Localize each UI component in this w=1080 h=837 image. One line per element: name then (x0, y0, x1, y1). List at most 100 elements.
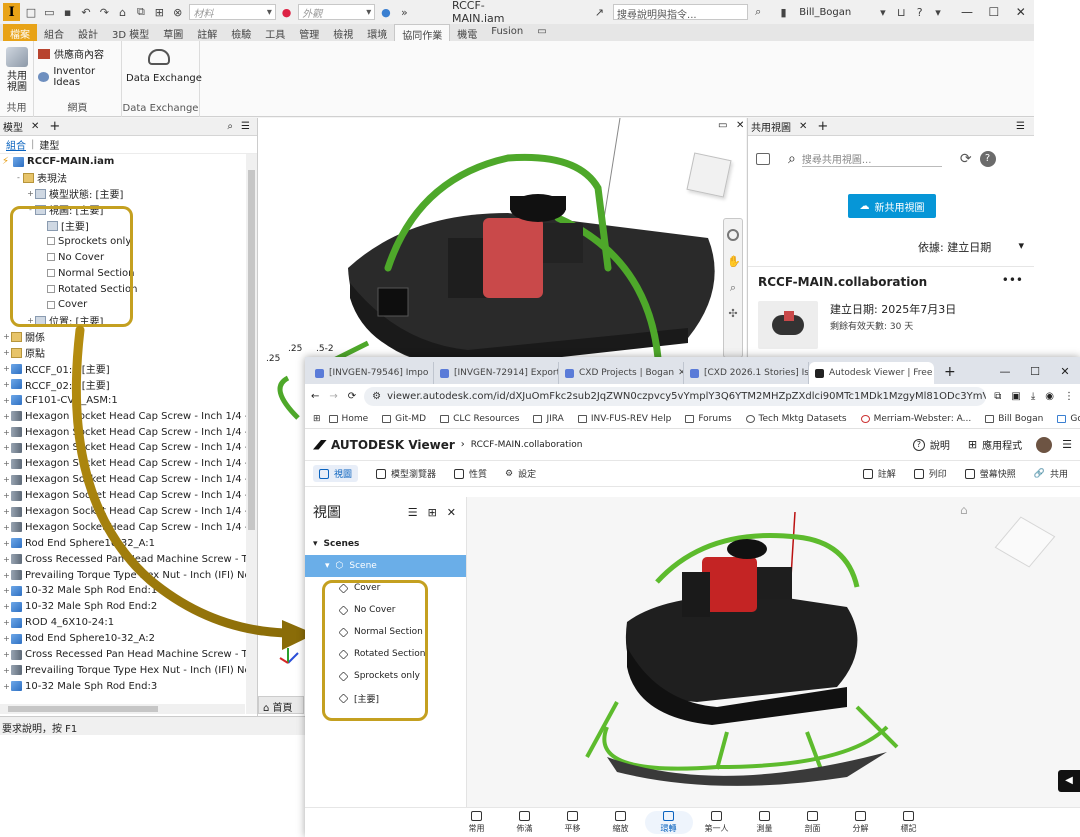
tool-comments[interactable]: 註解 (862, 467, 896, 480)
feedback-button[interactable]: ◀ (1058, 770, 1080, 792)
bookmark-google-translate[interactable]: Google Translate (1057, 414, 1080, 424)
bottom-tool[interactable]: 第一人 (693, 811, 741, 834)
browser-tabs: [INVGEN-79546] Impo✕ [INVGEN-72914] Expo… (305, 357, 1080, 384)
scene-cube-icon (338, 582, 349, 594)
tool-settings[interactable]: ⚙ 設定 (505, 467, 536, 481)
folder-icon (533, 414, 543, 423)
autodesk-logo-icon (313, 439, 327, 450)
tool-model-browser[interactable]: 模型瀏覽器 (376, 467, 436, 480)
tool-snapshot[interactable]: 螢幕快照 (964, 467, 1016, 480)
bookmark-merriam[interactable]: Merriam-Webster: A... (860, 414, 971, 424)
bookmark-home[interactable]: Home (328, 414, 368, 424)
chrome-menu-icon[interactable]: ⋮ (1064, 391, 1074, 402)
bottom-tool[interactable]: 環轉 (644, 811, 693, 834)
panel-close-icon[interactable]: ✕ (447, 506, 456, 519)
bottom-tool[interactable]: 剖面 (789, 811, 837, 834)
scene-cube-icon: ⬡ (335, 561, 344, 571)
list-view-icon[interactable]: ☰ (408, 506, 418, 519)
bottom-tool[interactable]: 測量 (741, 811, 789, 834)
profile-icon[interactable]: ◉ (1045, 391, 1054, 402)
tool-properties[interactable]: 性質 (454, 467, 487, 480)
scene-item-label: Cover (354, 583, 381, 593)
folder-icon (685, 414, 695, 423)
tool-label: 環轉 (660, 824, 677, 833)
bookmark-tech-mktg[interactable]: Tech Mktg Datasets (745, 414, 847, 424)
tool-label: 分解 (852, 824, 869, 833)
scene-list: Cover No Cover Normal Section Rotated Secti… (305, 577, 466, 709)
bookmark-jira[interactable]: JIRA (533, 414, 564, 424)
viewer-brand[interactable]: AUTODESK Viewer (331, 438, 455, 452)
help-circle-icon[interactable]: ? (912, 438, 925, 451)
tool-icon (903, 811, 914, 821)
browser-tab-1[interactable]: [INVGEN-79546] Impo✕ (309, 362, 434, 384)
downloads-icon[interactable]: ⤓ (1031, 391, 1035, 402)
viewer-canvas[interactable]: ⌂ (467, 497, 1080, 807)
extensions-icon[interactable]: ⧉ (994, 391, 1001, 402)
folder-icon (328, 414, 338, 423)
address-bar[interactable]: ⚙ viewer.autodesk.com/id/dXJuOmFkc2sub2J… (364, 387, 987, 406)
scene-item[interactable]: [主要] (305, 687, 466, 709)
browser-tab-2[interactable]: [INVGEN-72914] Export✕ (434, 362, 559, 384)
new-tab-icon[interactable]: + (944, 364, 956, 380)
viewer-help-label[interactable]: 說明 (930, 437, 950, 452)
bookmark-git-md[interactable]: Git-MD (382, 414, 426, 424)
bottom-tool[interactable]: 佈滿 (501, 811, 549, 834)
forward-icon[interactable]: → (329, 391, 337, 402)
tool-icon (567, 811, 578, 821)
bottom-tool[interactable]: 平移 (549, 811, 597, 834)
bookmark-inv-fus-rev[interactable]: INV-FUS-REV Help (577, 414, 671, 424)
chrome-maximize-button[interactable]: ☐ (1020, 365, 1050, 378)
bookmark-bill-bogan[interactable]: Bill Bogan (985, 414, 1043, 424)
site-info-icon[interactable]: ⚙ (372, 391, 381, 402)
bookmark-forums[interactable]: Forums (685, 414, 732, 424)
bottom-tool[interactable]: 標記 (885, 811, 933, 834)
chrome-close-button[interactable]: ✕ (1050, 365, 1080, 378)
scene-item[interactable]: Rotated Section (305, 643, 466, 665)
scene-item[interactable]: Normal Section (305, 621, 466, 643)
tool-label: 剖面 (804, 824, 821, 833)
tool-icon (855, 811, 866, 821)
browser-tab-4-label: [CXD 2026.1 Stories] Is (704, 368, 809, 378)
viewer-avatar[interactable] (1036, 436, 1053, 453)
tool-label: 第一人 (704, 824, 729, 833)
viewer-header: AUTODESK Viewer › RCCF-MAIN.collaboratio… (305, 429, 1080, 461)
folder-icon (382, 414, 392, 423)
views-panel-header: 視圖 ☰ ⊞ ✕ (305, 497, 466, 527)
bottom-tool[interactable]: 常用 (453, 811, 501, 834)
browser-window: [INVGEN-79546] Impo✕ [INVGEN-72914] Expo… (305, 357, 1080, 837)
scene-item-label: Sprockets only (354, 671, 420, 681)
bottom-tool[interactable]: 分解 (837, 811, 885, 834)
tab-close-icon[interactable]: ✕ (674, 368, 683, 378)
address-row: ← → ⟳ ⚙ viewer.autodesk.com/id/dXJuOmFkc… (305, 384, 1080, 409)
bottom-tool[interactable]: 縮放 (597, 811, 645, 834)
jira-favicon-icon (690, 368, 699, 378)
chrome-minimize-button[interactable]: — (990, 365, 1020, 378)
browser-tab-4[interactable]: [CXD 2026.1 Stories] Is✕ (684, 362, 809, 384)
autodesk-icon (745, 414, 755, 423)
print-icon (913, 468, 924, 479)
scene-item[interactable]: Sprockets only (305, 665, 466, 687)
bookmark-clc[interactable]: CLC Resources (440, 414, 519, 424)
scene-item[interactable]: Cover (305, 577, 466, 599)
scenes-header[interactable]: ▾ Scenes (305, 533, 466, 555)
browser-tab-5[interactable]: Autodesk Viewer | Free✕ (809, 362, 934, 384)
scene-item[interactable]: No Cover (305, 599, 466, 621)
grid-view-icon[interactable]: ⊞ (428, 506, 437, 519)
viewer-apps-label[interactable]: 應用程式 (982, 437, 1022, 452)
scene-row[interactable]: ▾ ⬡ Scene (305, 555, 466, 577)
tool-share[interactable]: 🔗 共用 (1034, 467, 1068, 481)
tool-print[interactable]: 列印 (913, 467, 947, 480)
reload-icon[interactable]: ⟳ (348, 391, 356, 402)
viewer-menu-icon[interactable]: ☰ (1062, 438, 1072, 451)
viewer-home-icon[interactable]: ⌂ (960, 503, 968, 517)
tool-views[interactable]: 視圖 (313, 465, 359, 482)
apps-icon[interactable]: ⊞ (968, 438, 977, 451)
tab-close-icon[interactable]: ✕ (932, 368, 934, 378)
tool-label: 常用 (468, 824, 485, 833)
browser-tab-3[interactable]: CXD Projects | Bogan✕ (559, 362, 684, 384)
back-icon[interactable]: ← (311, 391, 319, 402)
sidepanel-icon[interactable]: ▣ (1011, 391, 1020, 402)
breadcrumb: RCCF-MAIN.collaboration (470, 439, 583, 450)
scene-item-label: [主要] (354, 694, 380, 705)
apps-grid-icon[interactable]: ⊞ (313, 414, 321, 424)
